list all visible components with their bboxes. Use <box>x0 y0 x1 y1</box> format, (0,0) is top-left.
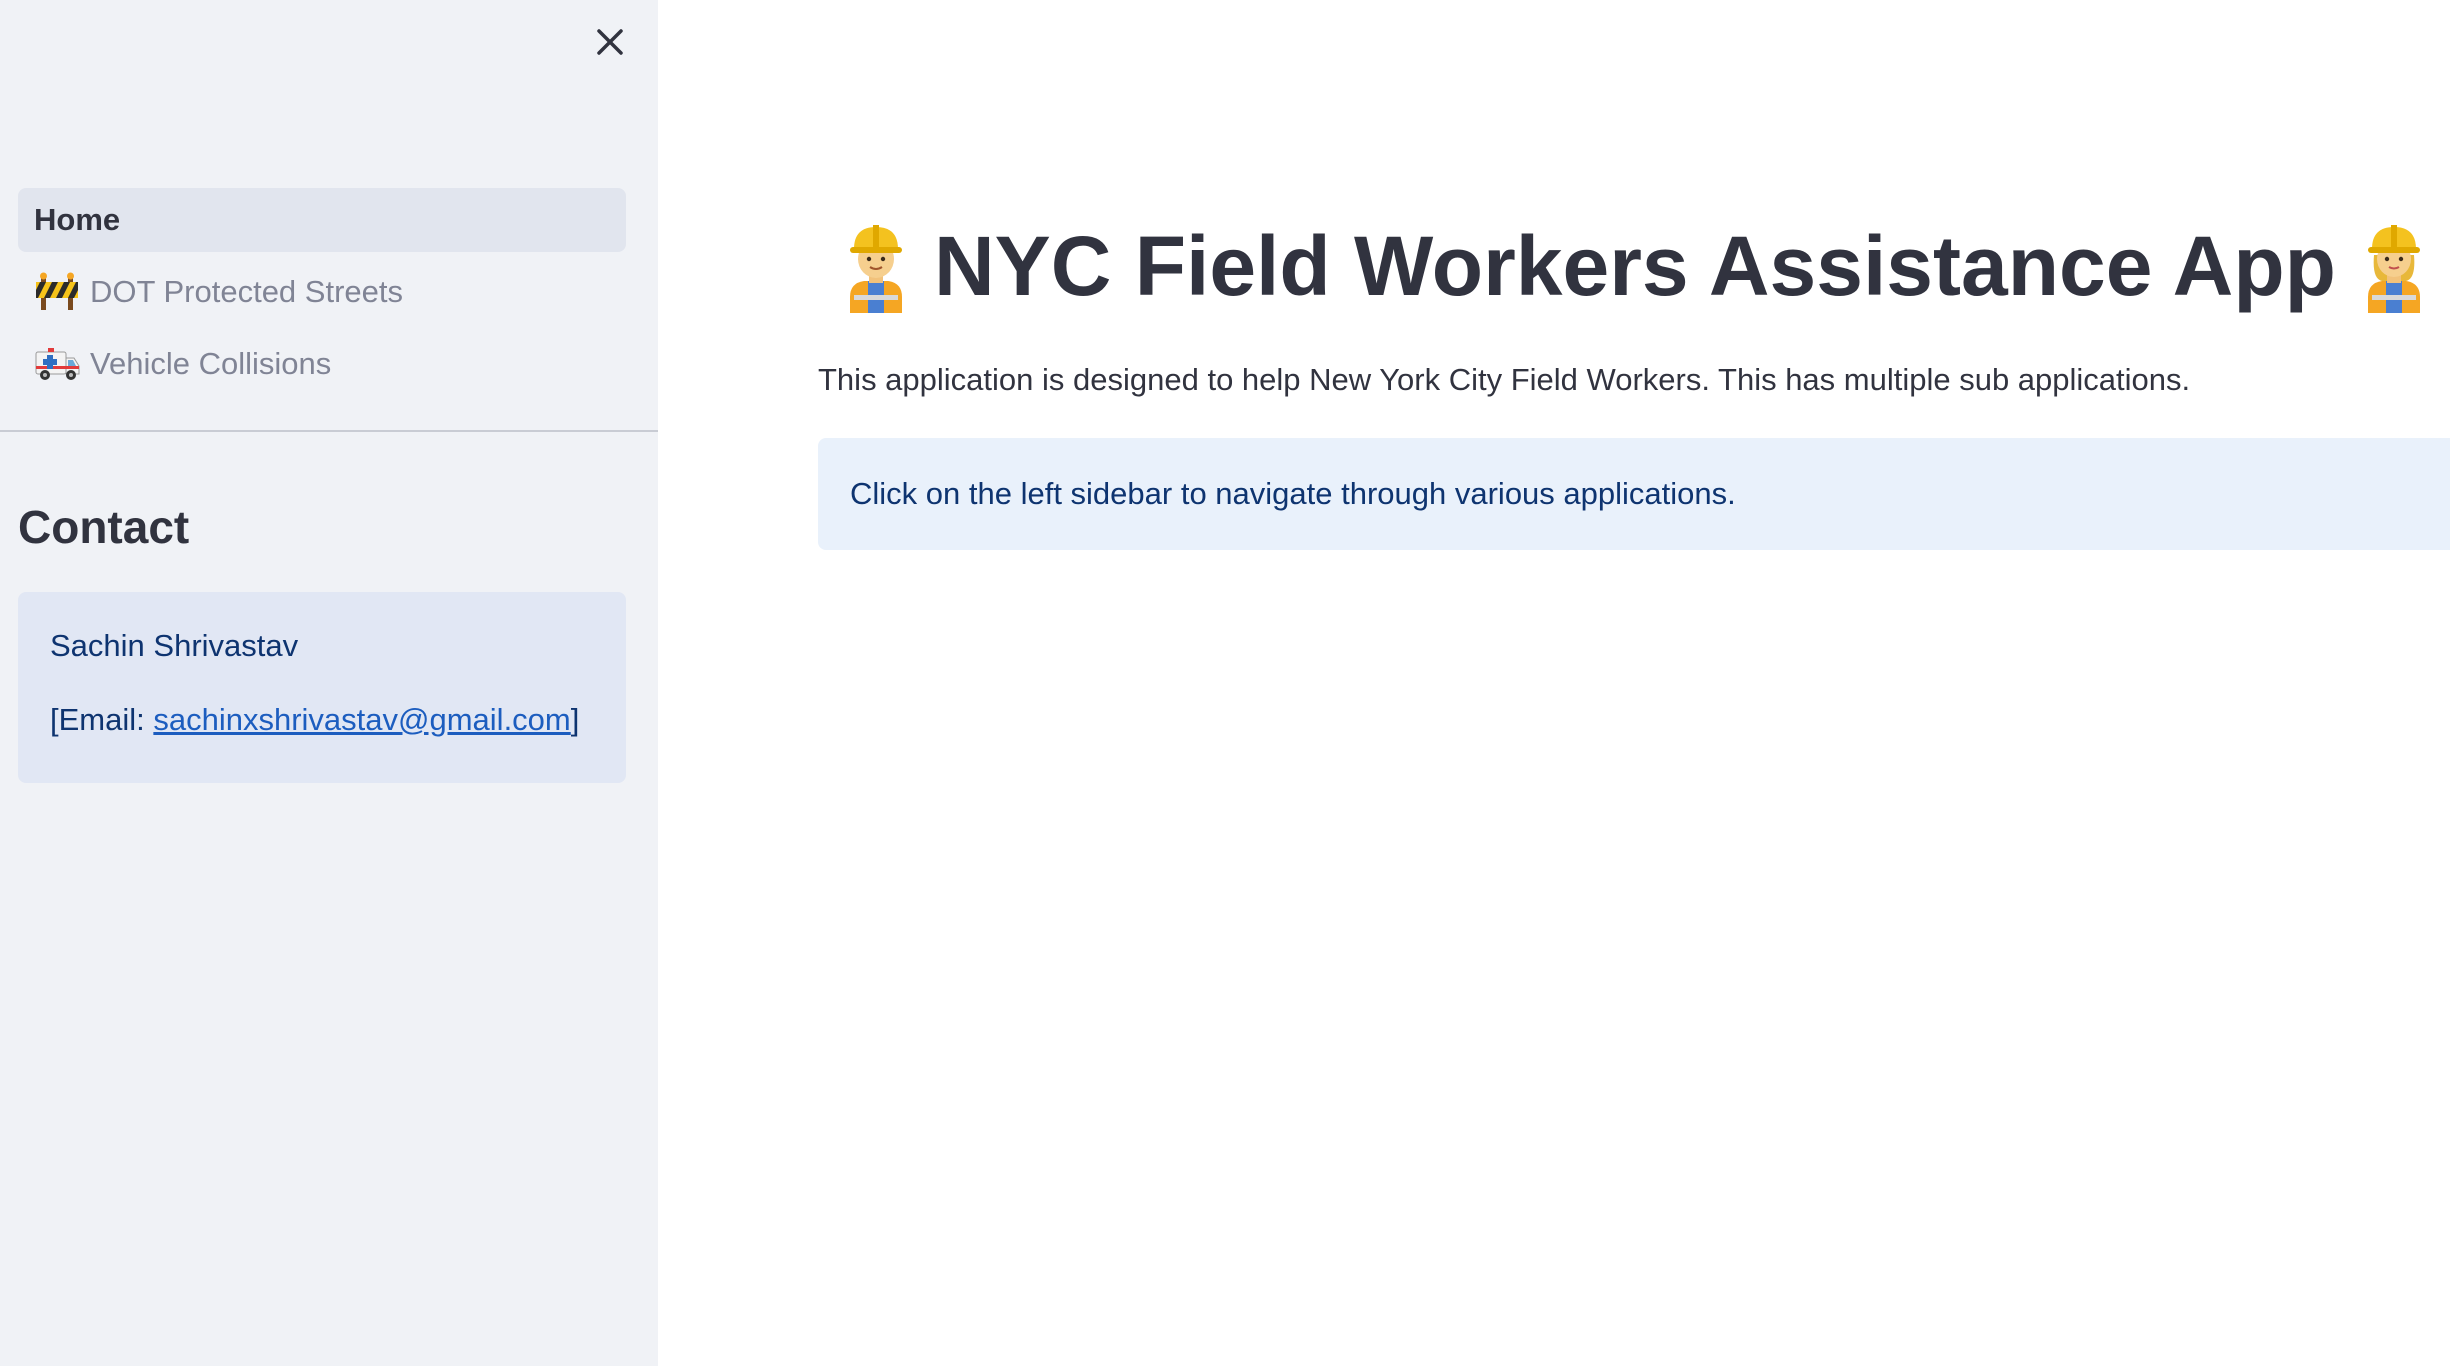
sidebar-item-label: DOT Protected Streets <box>90 274 403 309</box>
page-title: NYC Field Workers Assistance App <box>818 218 2450 315</box>
construction-worker-man-icon <box>840 221 912 313</box>
sidebar-nav: Home DOT Protected Streets Vehicle Colli… <box>18 188 626 404</box>
sidebar-item-label: Vehicle Collisions <box>90 346 332 381</box>
email-link[interactable]: sachinxshrivastav@gmail.com <box>153 702 570 737</box>
construction-worker-woman-icon <box>2358 221 2430 313</box>
email-suffix: ] <box>570 702 580 737</box>
sidebar-item-home[interactable]: Home <box>18 188 626 252</box>
contact-info-box: Sachin Shrivastav [Email: sachinxshrivas… <box>18 592 626 783</box>
email-prefix: [Email: <box>50 702 154 737</box>
sidebar-item-label: Home <box>34 202 121 237</box>
main-content: NYC Field Workers Assistance App This ap… <box>658 0 2450 1366</box>
ambulance-icon <box>34 344 80 384</box>
contact-name: Sachin Shrivastav <box>50 628 299 663</box>
sidebar: Home DOT Protected Streets Vehicle Colli… <box>0 0 658 1366</box>
info-alert: Click on the left sidebar to navigate th… <box>818 438 2450 550</box>
page-description: This application is designed to help New… <box>818 362 2191 397</box>
close-icon <box>597 29 623 55</box>
sidebar-item-dot-protected-streets[interactable]: DOT Protected Streets <box>18 260 626 324</box>
contact-email-line: [Email: sachinxshrivastav@gmail.com] <box>50 702 594 738</box>
page-title-text: NYC Field Workers Assistance App <box>934 219 2336 313</box>
close-sidebar-button[interactable] <box>588 20 632 64</box>
sidebar-item-vehicle-collisions[interactable]: Vehicle Collisions <box>18 332 626 396</box>
sidebar-divider <box>0 430 658 432</box>
contact-heading: Contact <box>18 501 190 553</box>
app-root: Home DOT Protected Streets Vehicle Colli… <box>0 0 2450 1366</box>
construction-barrier-icon <box>34 272 80 312</box>
info-alert-text: Click on the left sidebar to navigate th… <box>850 476 1736 511</box>
